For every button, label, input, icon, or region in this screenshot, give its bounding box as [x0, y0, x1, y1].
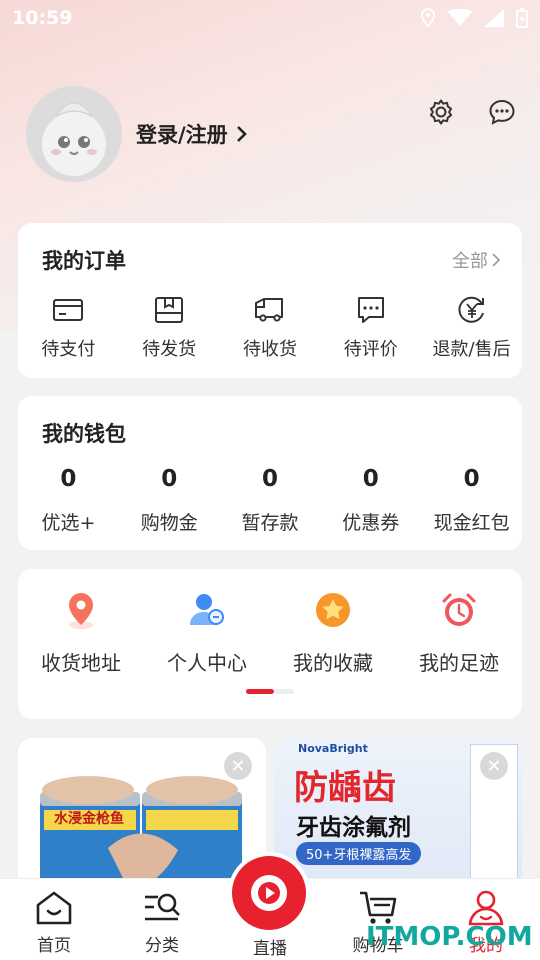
status-time: 10:59 — [12, 7, 73, 29]
wallet-value: 0 — [261, 466, 278, 492]
wifi-icon — [448, 9, 472, 26]
wallet-card: 我的钱包 0 优选+ 0 购物金 0 暂存款 0 优惠券 0 现金红包 — [18, 396, 522, 550]
shortcuts-card: 收货地址 个人中心 我的收藏 我的足迹 — [18, 569, 522, 719]
product-subtitle: 牙齿涂氟剂 — [296, 815, 411, 841]
location-icon — [420, 8, 436, 28]
shortcut-label: 我的足迹 — [419, 651, 499, 675]
wallet-value: 0 — [463, 466, 480, 492]
close-icon: ✕ — [230, 755, 246, 777]
order-item-label: 待发货 — [142, 339, 197, 360]
order-pending-receive[interactable]: 待收货 — [220, 295, 321, 361]
wallet-item[interactable]: 0 现金红包 — [421, 466, 522, 535]
product-title: 水浸金枪鱼 — [54, 811, 124, 827]
tab-label: 分类 — [145, 936, 179, 956]
wallet-card-icon — [53, 299, 84, 321]
close-button[interactable]: ✕ — [480, 752, 508, 780]
refund-yen-icon — [458, 296, 484, 323]
wallet-value: 0 — [60, 466, 77, 492]
star-favorite-icon — [316, 593, 350, 627]
status-bar: 10:59 — [0, 0, 540, 36]
gear-icon — [429, 99, 453, 125]
live-play-icon — [251, 875, 287, 911]
default-avatar-icon — [26, 86, 122, 182]
order-status-row: 待支付 待发货 待收货 待评价 退款/售后 — [18, 295, 522, 361]
settings-button[interactable] — [425, 96, 457, 128]
tab-category[interactable]: 分类 — [108, 879, 216, 960]
shortcut-label: 收货地址 — [41, 651, 121, 675]
order-refund-aftersale[interactable]: 退款/售后 — [421, 295, 522, 361]
wallet-item[interactable]: 0 优惠券 — [320, 466, 421, 535]
order-pending-review[interactable]: 待评价 — [320, 295, 421, 361]
login-register-link[interactable]: 登录/注册 — [136, 119, 248, 149]
battery-icon — [516, 8, 528, 28]
product-headline: 防龋齿 — [294, 768, 396, 808]
shortcut-profile-center[interactable]: 个人中心 — [144, 589, 270, 676]
shortcuts-row: 收货地址 个人中心 我的收藏 我的足迹 — [18, 589, 522, 676]
order-item-label: 待支付 — [41, 339, 96, 360]
chat-bubble-icon — [489, 99, 515, 125]
orders-title: 我的订单 — [42, 249, 126, 273]
wallet-item[interactable]: 0 购物金 — [119, 466, 220, 535]
chevron-right-icon — [236, 126, 247, 142]
comment-icon — [357, 297, 384, 323]
avatar[interactable] — [26, 86, 122, 182]
shortcuts-pager — [246, 689, 294, 694]
profile-section: 登录/注册 — [26, 86, 248, 182]
shortcut-footprint[interactable]: 我的足迹 — [396, 589, 522, 676]
wallet-item[interactable]: 0 暂存款 — [220, 466, 321, 535]
pager-dot — [274, 689, 294, 694]
alarm-clock-icon — [442, 593, 476, 626]
close-button[interactable]: ✕ — [224, 752, 252, 780]
status-icons — [420, 8, 528, 28]
signal-icon — [484, 9, 504, 27]
package-box-icon — [155, 297, 184, 323]
wallet-item[interactable]: 0 优选+ — [18, 466, 119, 535]
product-card-fluoride[interactable]: NovaBright 防龋齿 牙齿涂氟剂 50+牙根裸露高发 ✕ — [274, 738, 522, 898]
shortcut-address[interactable]: 收货地址 — [18, 589, 144, 676]
orders-card: 我的订单 全部 待支付 待发货 待收货 待评价 退款/售后 — [18, 223, 522, 378]
orders-all-link[interactable]: 全部 — [452, 247, 500, 273]
wallet-title: 我的钱包 — [42, 422, 126, 446]
tab-label: 首页 — [37, 936, 71, 956]
truck-icon — [254, 298, 283, 322]
pager-dot-active — [246, 689, 274, 694]
watermark-text: ITMOP.COM — [366, 922, 533, 952]
order-pending-ship[interactable]: 待发货 — [119, 295, 220, 361]
messages-button[interactable] — [486, 96, 518, 128]
shortcut-label: 个人中心 — [167, 651, 247, 675]
order-item-label: 退款/售后 — [432, 339, 511, 360]
shortcut-favorites[interactable]: 我的收藏 — [270, 589, 396, 676]
order-item-label: 待评价 — [343, 339, 398, 360]
wallet-label: 优惠券 — [342, 512, 400, 534]
wallet-label: 现金红包 — [433, 512, 510, 534]
wallet-label: 优选+ — [41, 512, 96, 534]
wallet-row: 0 优选+ 0 购物金 0 暂存款 0 优惠券 0 现金红包 — [18, 466, 522, 535]
order-pending-payment[interactable]: 待支付 — [18, 295, 119, 361]
wallet-label: 暂存款 — [241, 512, 299, 534]
shortcut-label: 我的收藏 — [293, 651, 373, 675]
order-item-label: 待收货 — [242, 339, 297, 360]
wallet-value: 0 — [161, 466, 178, 492]
orders-all-label: 全部 — [452, 251, 488, 272]
login-label: 登录/注册 — [136, 123, 228, 147]
chevron-right-icon — [492, 253, 500, 267]
category-search-icon — [145, 893, 180, 921]
wallet-label: 购物金 — [140, 512, 198, 534]
home-icon — [36, 891, 72, 925]
location-pin-icon — [69, 593, 93, 629]
live-button[interactable] — [232, 856, 306, 930]
product-tag: 50+牙根裸露高发 — [296, 842, 422, 865]
user-profile-icon — [190, 594, 224, 625]
close-icon: ✕ — [486, 755, 502, 777]
product-brand: NovaBright — [298, 742, 368, 755]
tab-home[interactable]: 首页 — [0, 879, 108, 960]
product-card-tuna[interactable]: 水浸金枪鱼 ✕ — [18, 738, 266, 898]
wallet-value: 0 — [362, 466, 379, 492]
